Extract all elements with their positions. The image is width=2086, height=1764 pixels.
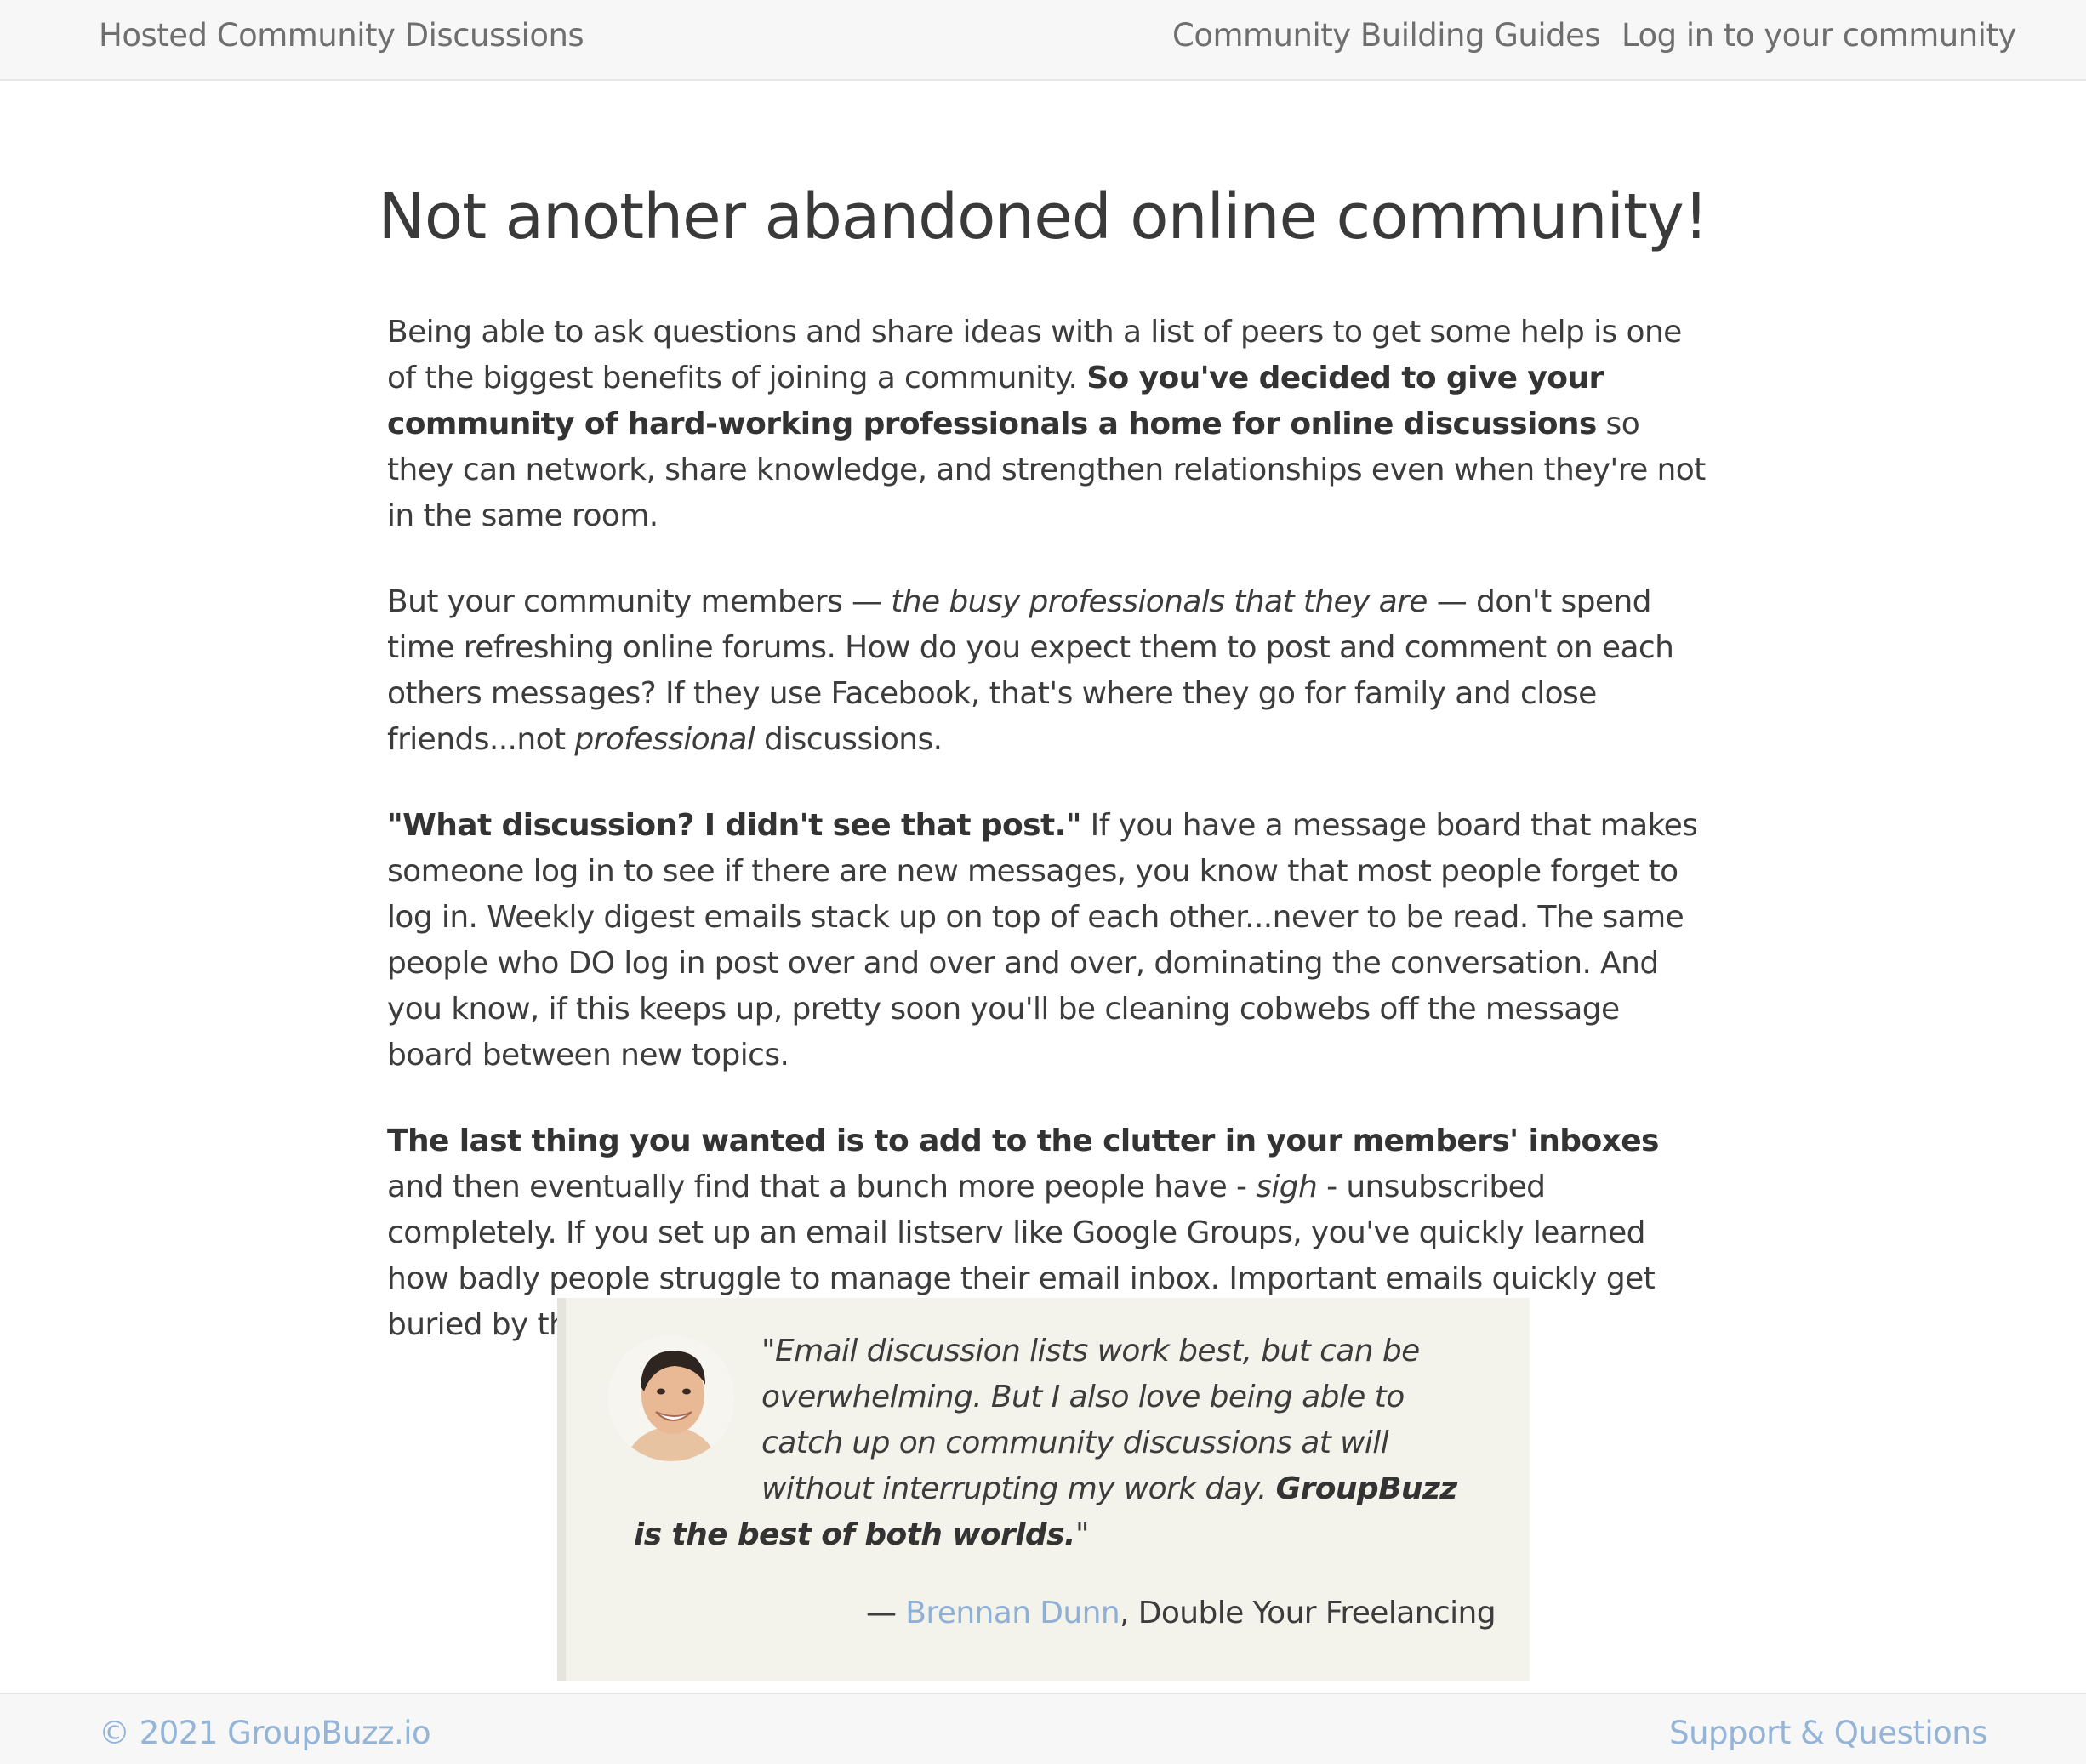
- author-link[interactable]: Brennan Dunn: [905, 1596, 1120, 1630]
- bold-text: The last thing you wanted is to add to t…: [387, 1124, 1659, 1158]
- text: discussions.: [755, 722, 943, 757]
- attribution-dash: —: [866, 1596, 906, 1630]
- quote-end: ": [1075, 1517, 1090, 1552]
- members-paragraph: But your community members — the busy pr…: [387, 579, 1714, 763]
- italic-text: professional: [574, 722, 755, 757]
- text: and then eventually find that a bunch mo…: [387, 1169, 1257, 1204]
- support-link[interactable]: Support & Questions: [1669, 1715, 1987, 1751]
- page-title: Not another abandoned online community!: [378, 180, 1708, 253]
- brand-link[interactable]: Hosted Community Discussions: [99, 17, 584, 54]
- italic-text: sigh: [1256, 1169, 1318, 1204]
- testimonial-block: "Email discussion lists work best, but c…: [557, 1298, 1530, 1681]
- testimonial-quote: "Email discussion lists work best, but c…: [634, 1329, 1485, 1558]
- author-affiliation: , Double Your Freelancing: [1120, 1596, 1496, 1630]
- testimonial-attribution: — Brennan Dunn, Double Your Freelancing: [866, 1596, 1496, 1630]
- copyright-link[interactable]: © 2021 GroupBuzz.io: [99, 1715, 431, 1751]
- italic-text: the busy professionals that they are: [891, 584, 1428, 619]
- text: But your community members —: [387, 584, 892, 619]
- top-navbar: Hosted Community Discussions Community B…: [0, 0, 2086, 81]
- bold-text: "What discussion? I didn't see that post…: [387, 808, 1081, 843]
- main-content: Being able to ask questions and share id…: [387, 310, 1714, 1388]
- footer: © 2021 GroupBuzz.io Support & Questions: [0, 1693, 2086, 1764]
- text: If you have a message board that makes s…: [387, 808, 1698, 1073]
- intro-paragraph: Being able to ask questions and share id…: [387, 310, 1714, 539]
- nav-login[interactable]: Log in to your community: [1621, 17, 2016, 54]
- nav-community-building-guides[interactable]: Community Building Guides: [1172, 17, 1601, 54]
- message-board-paragraph: "What discussion? I didn't see that post…: [387, 803, 1714, 1078]
